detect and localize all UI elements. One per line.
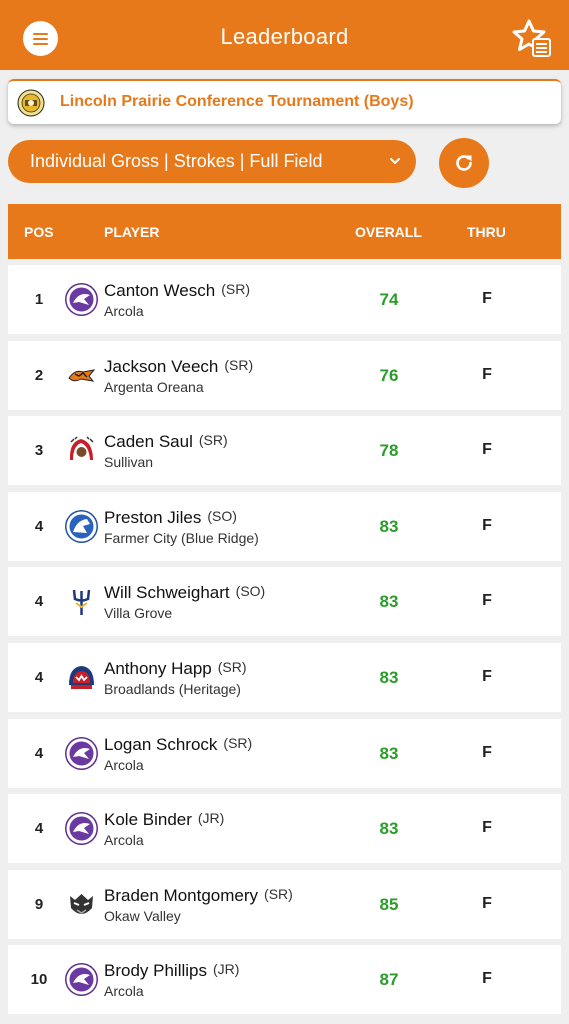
table-row[interactable]: 4 Preston Jiles (SO) Farmer City (Blue Ri… xyxy=(8,491,561,561)
player-school: Broadlands (Heritage) xyxy=(104,680,241,697)
app-header: Leaderboard xyxy=(0,0,569,70)
overall-score: 83 xyxy=(379,516,399,536)
row-position: 4 xyxy=(34,517,44,535)
overall-score: 83 xyxy=(379,819,399,839)
overall-score: 83 xyxy=(379,592,399,612)
thru-status: F xyxy=(482,894,492,912)
refresh-icon xyxy=(456,155,472,171)
arcola-logo-icon xyxy=(65,812,98,846)
chevron-down-icon xyxy=(390,158,400,164)
player-name: Brody Phillips (JR) xyxy=(104,961,240,981)
player-name: Kole Binder (JR) xyxy=(104,810,225,830)
row-position: 4 xyxy=(34,593,44,611)
row-position: 10 xyxy=(30,971,48,989)
table-row[interactable]: 1 Canton Wesch (SR) Arcola 74 F xyxy=(8,265,561,334)
tournament-card[interactable]: Lincoln Prairie Conference Tournament (B… xyxy=(8,79,561,124)
heritage-logo-icon xyxy=(65,661,98,694)
table-row[interactable]: 4 Logan Schrock (SR) Arcola 83 F xyxy=(8,718,561,788)
table-row[interactable]: 10 Brody Phillips (JR) Arcola 87 F xyxy=(8,945,561,1015)
player-year: (JR) xyxy=(213,961,240,978)
row-position: 1 xyxy=(34,291,44,308)
row-position: 4 xyxy=(34,744,44,762)
player-school: Arcola xyxy=(104,983,144,1000)
row-position: 2 xyxy=(34,366,44,384)
row-position: 9 xyxy=(34,895,44,913)
table-row[interactable]: 9 Braden Montgomery (SR) Okaw Valley 85 F xyxy=(8,869,561,939)
villa-grove-logo-icon xyxy=(65,585,98,618)
player-year: (SO) xyxy=(235,583,266,600)
table-row[interactable]: 3 Caden Saul (SR) Sullivan 78 F xyxy=(8,416,561,486)
overall-score: 85 xyxy=(379,894,399,914)
player-year: (SR) xyxy=(264,885,293,902)
thru-status: F xyxy=(482,592,492,610)
player-year: (SR) xyxy=(224,356,254,373)
argenta-oreana-logo-icon xyxy=(65,359,98,392)
overall-score: 78 xyxy=(379,441,399,461)
player-name: Caden Saul (SR) xyxy=(104,432,228,452)
leaderboard-header: POS PLAYER OVERALL THRU xyxy=(8,204,561,259)
player-name: Braden Montgomery (SR) xyxy=(104,885,293,905)
sullivan-logo-icon xyxy=(65,434,98,467)
player-name: Preston Jiles (SO) xyxy=(104,507,237,527)
table-row[interactable]: 2 Jackson Veech (SR) Argenta Oreana 76 F xyxy=(8,340,561,410)
player-year: (SR) xyxy=(217,658,247,675)
tournament-name: Lincoln Prairie Conference Tournament (B… xyxy=(60,93,414,110)
thru-status: F xyxy=(482,290,492,307)
thru-status: F xyxy=(482,441,492,459)
thru-status: F xyxy=(482,743,492,761)
player-school: Sullivan xyxy=(104,454,154,471)
arcola-logo-icon xyxy=(65,736,98,770)
arcola-logo-icon xyxy=(65,963,98,997)
overall-score: 74 xyxy=(379,290,399,309)
thru-status: F xyxy=(482,970,492,988)
player-school: Okaw Valley xyxy=(104,907,181,924)
player-name: Will Schweighart (SO) xyxy=(104,583,266,603)
player-name: Anthony Happ (SR) xyxy=(104,658,247,678)
player-name: Canton Wesch (SR) xyxy=(104,281,250,300)
player-school: Arcola xyxy=(104,832,144,849)
overall-score: 83 xyxy=(379,667,399,687)
leaderboard-list: 1 Canton Wesch (SR) Arcola 74 F 2 Jackson… xyxy=(8,265,561,1021)
row-position: 4 xyxy=(34,668,44,686)
player-year: (SR) xyxy=(198,432,228,449)
column-header-thru[interactable]: THRU xyxy=(467,224,506,240)
view-select-value: Individual Gross | Strokes | Full Field xyxy=(30,151,323,171)
star-list-icon xyxy=(512,19,551,57)
player-school: Arcola xyxy=(104,756,144,773)
okaw-valley-logo-icon xyxy=(65,888,98,921)
thru-status: F xyxy=(482,516,492,534)
player-school: Farmer City (Blue Ridge) xyxy=(104,529,259,546)
thru-status: F xyxy=(482,365,492,383)
overall-score: 87 xyxy=(379,970,399,990)
arcola-logo-icon xyxy=(65,283,98,316)
column-header-overall[interactable]: OVERALL xyxy=(355,224,422,240)
view-select[interactable]: Individual Gross | Strokes | Full Field xyxy=(8,140,416,183)
table-row[interactable]: 4 Will Schweighart (SO) Villa Grove 83 F xyxy=(8,567,561,637)
favorites-button[interactable] xyxy=(511,18,553,60)
thru-status: F xyxy=(482,667,492,685)
table-row[interactable]: 4 Kole Binder (JR) Arcola 83 F xyxy=(8,794,561,864)
player-school: Villa Grove xyxy=(104,605,173,622)
row-position: 3 xyxy=(34,442,44,460)
blue-ridge-logo-icon xyxy=(65,509,98,543)
table-row[interactable]: 4 Anthony Happ (SR) Broadlands (Heritage)… xyxy=(8,642,561,712)
conference-logo-icon xyxy=(17,89,45,117)
player-year: (SR) xyxy=(221,281,250,297)
player-name: Jackson Veech (SR) xyxy=(104,356,254,376)
column-header-pos[interactable]: POS xyxy=(24,224,54,240)
player-year: (SO) xyxy=(207,507,237,524)
page-title: Leaderboard xyxy=(220,24,349,49)
player-school: Arcola xyxy=(104,303,144,319)
row-position: 4 xyxy=(34,820,44,838)
overall-score: 76 xyxy=(379,365,399,385)
player-name: Logan Schrock (SR) xyxy=(104,734,253,754)
thru-status: F xyxy=(482,819,492,837)
player-year: (JR) xyxy=(197,810,225,827)
player-school: Argenta Oreana xyxy=(104,378,204,395)
refresh-button[interactable] xyxy=(439,138,489,188)
overall-score: 83 xyxy=(379,743,399,763)
column-header-player[interactable]: PLAYER xyxy=(104,224,160,240)
player-year: (SR) xyxy=(223,734,253,751)
